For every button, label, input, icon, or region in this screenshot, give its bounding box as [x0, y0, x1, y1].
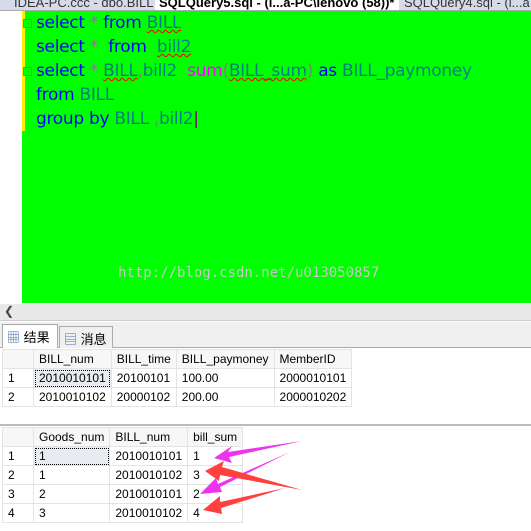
arrow-magenta: [214, 441, 302, 463]
annotation-arrows: [200, 441, 302, 514]
